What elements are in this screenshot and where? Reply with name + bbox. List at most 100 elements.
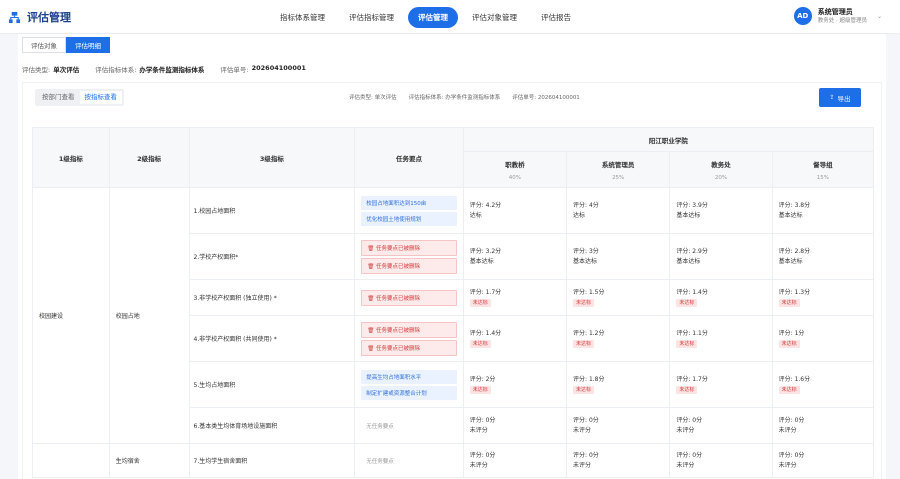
nav-item-0[interactable]: 指标体系管理 [270,7,335,28]
nav-item-4[interactable]: 评估报告 [531,7,581,28]
table-row: 生均宿舍 7.生均学生宿舍面积 无任务要点 评分: 0分 未评分 评分: 0分 未评分 评分:… [32,443,875,478]
score-cell: 评分: 1.3分 未达标 [771,279,875,316]
trash-icon: 🗑 [367,327,376,334]
requirement-tag[interactable]: 提高生均占地面积水平 [361,369,457,384]
score-cell: 评分: 3.9分 基本达标 [669,187,773,234]
nav-item-1[interactable]: 评估指标管理 [339,7,404,28]
score-value: 评分: 1.3分 [778,288,811,296]
meta-no-key: 评估单号: [220,66,249,74]
requirement-text: 校园占地面积达到150亩 [366,200,427,207]
requirements-list: 无任务要点 [355,418,462,434]
score-result: 未达标 [676,385,771,395]
result-label: 未评分 [469,461,488,469]
tab-1[interactable]: 评估明细 [66,37,110,53]
score-value: 评分: 1.5分 [573,288,605,296]
view-toggle-0[interactable]: 按部门查看 [37,91,80,104]
org-chart-icon [8,11,21,23]
level2-cell: 校园占地 [108,187,190,444]
score-result: 未达标 [573,339,669,349]
chevron-down-icon[interactable]: ⌄ [877,13,882,20]
score-value: 评分: 1.6分 [778,375,811,383]
score-cell: 评分: 3分 基本达标 [566,233,671,280]
user-menu[interactable]: AD 系统管理员 教务处 · 超级管理员 ⌄ [793,7,882,25]
header-level1: 1级指标 [32,127,110,188]
score-cell: 评分: 0分 未评分 [462,407,568,444]
score-cell: 评分: 1.7分未达标 [669,361,773,408]
score-value: 评分: 1分 [778,329,805,337]
level3-cell: 5.生均占地面积 [188,361,356,408]
score-cell: 评分: 4分 达标 [566,187,671,234]
export-button[interactable]: ⇪ 导出 [819,88,861,107]
score-cell: 评分: 0分 未评分 [771,443,875,478]
org-weight: 15% [816,174,829,181]
requirement-text: 任务要点已被删除 [375,295,420,302]
view-toggle: 按部门查看 按指标查看 [35,89,124,106]
nav-item-2[interactable]: 评估管理 [408,7,458,28]
score-result: 未评分 [573,461,669,471]
score-result: 未达标 [778,339,873,349]
score-cell: 评分: 0分 未评分 [669,407,773,444]
result-label: 未评分 [676,461,695,469]
score-cell: 评分: 1分未达标 [771,315,875,362]
score-cell: 评分: 2分 未达标 [462,361,568,408]
score-value: 评分: 4分 [573,201,599,209]
score-value: 评分: 0分 [573,416,599,424]
deleted-requirement-tag: 🗑 任务要点已被删除 [361,321,457,338]
org-name: 系统管理员 [601,160,635,169]
level2-cell: 生均宿舍 [108,443,190,478]
app-title: 评估管理 [27,11,71,24]
requirement-tag[interactable]: 校园占地面积达到150亩 [361,195,457,210]
score-value: 评分: 1.7分 [676,375,708,383]
tab-0[interactable]: 评估对象 [22,37,66,53]
requirements-cell: 无任务要点 [354,443,464,478]
header-level2: 2级指标 [108,127,190,188]
view-toggle-1[interactable]: 按指标查看 [79,91,122,104]
requirement-tag[interactable]: 制定扩建或资源整合计划 [361,385,457,400]
score-cell: 评分: 4.2分达标 [462,187,568,234]
score-value: 评分: 2分 [469,375,496,383]
header-org-1: 系统管理员 25% [566,151,671,188]
score-result: 未评分 [470,461,566,471]
score-cell: 评分: 0分未评分 [566,443,671,478]
score-cell: 评分: 1.2分 未达标 [566,315,671,362]
result-label: 基本达标 [469,257,494,265]
requirements-cell: 🗑 任务要点已被删除 🗑 任务要点已被删除 [354,315,464,362]
deleted-requirement-tag: 🗑 任务要点已被删除 [361,339,457,356]
main-nav: 指标体系管理 评估指标管理 评估管理 评估对象管理 评估报告 [270,7,585,28]
score-result: 基本达标 [779,211,873,221]
score-result: 未评分 [779,461,873,471]
score-result: 未评分 [779,426,873,436]
score-result: 未达标 [573,385,669,395]
score-value: 评分: 4.2分 [469,201,502,209]
meta-no-value: 202604100001 [251,64,306,72]
result-label: 未达标 [778,298,800,307]
result-label: 基本达标 [573,257,598,265]
header-row: 1级指标 2级指标 3级指标 任务要点 阳江职业学院 [32,127,875,188]
meta-system-value: 办学条件监测指标体系 [139,66,205,74]
requirement-tag[interactable]: 优化校园土地使用规划 [361,211,457,226]
score-result: 达标 [470,211,566,221]
table-row: 校园建设 校园占地 1.校园占地面积 校园占地面积达到150亩 优化校园土地使用规划 评分… [32,187,875,444]
level3-cell: 3.非学校产权面积 (独立使用) * [188,279,356,316]
score-value: 评分: 1.7分 [469,288,502,296]
requirement-text: 提高生均占地面积水平 [366,374,422,381]
score-value: 评分: 0分 [676,416,703,424]
nav-item-3[interactable]: 评估对象管理 [462,7,527,28]
result-label: 达标 [573,211,586,219]
requirement-text: 优化校园土地使用规划 [366,216,422,223]
level3-cell: 6.基本类生均体育场地设施面积 [188,407,356,444]
score-cell: 评分: 2.8分 基本达标 [771,233,875,280]
score-value: 评分: 1.1分 [676,329,708,337]
avatar[interactable]: AD [793,7,812,25]
score-value: 评分: 3.9分 [676,201,708,209]
score-result: 基本达标 [470,257,566,267]
score-cell: 评分: 1.5分 未达标 [566,279,671,316]
result-label: 未达标 [573,385,595,394]
score-result: 基本达标 [676,257,771,267]
score-value: 评分: 0分 [573,451,599,459]
level3-cell: 2.学校产权面积* [188,233,356,280]
header-org-2: 教务处 20% [669,151,773,188]
org-name: 督导组 [813,160,833,169]
requirement-text: 任务要点已被删除 [375,245,420,252]
requirement-text: 任务要点已被删除 [375,345,420,352]
